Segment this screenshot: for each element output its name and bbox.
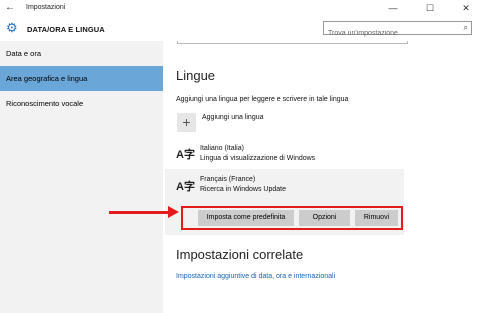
search-box[interactable]: ⌕ [323, 21, 472, 40]
add-language-label[interactable]: Aggiungi una lingua [202, 114, 264, 121]
arrow-head-icon [168, 206, 179, 218]
search-icon[interactable]: ⌕ [464, 23, 468, 33]
sidebar-item-label: Area geografica e lingua [6, 74, 88, 83]
sidebar: Data e ora Area geografica e lingua Rico… [0, 41, 163, 313]
plus-icon: + [182, 114, 191, 130]
gear-icon: ⚙ [6, 20, 18, 35]
section-title-languages: Lingue [176, 68, 216, 83]
language-name[interactable]: Français (France) [200, 176, 255, 183]
add-language-button[interactable]: + [177, 113, 196, 132]
section-title-related: Impostazioni correlate [176, 247, 304, 262]
title-bar: ← Impostazioni — ☐ ✕ [0, 0, 479, 17]
sidebar-item-date-time[interactable]: Data e ora [0, 41, 163, 66]
language-icon: A字 [176, 181, 195, 193]
language-name[interactable]: Italiano (Italia) [200, 145, 244, 152]
close-icon[interactable]: ✕ [453, 0, 479, 17]
sidebar-item-speech[interactable]: Riconoscimento vocale [0, 91, 163, 116]
search-input[interactable] [324, 27, 458, 40]
sidebar-item-region-language[interactable]: Area geografica e lingua [0, 66, 163, 91]
language-icon: A字 [176, 149, 195, 161]
maximize-icon[interactable]: ☐ [417, 0, 443, 17]
sidebar-item-label: Data e ora [6, 49, 42, 58]
scrolled-field-edge [177, 41, 408, 44]
scrollbar[interactable] [474, 41, 479, 313]
section-description: Aggiungi una lingua per leggere e scrive… [176, 96, 349, 103]
back-arrow-icon[interactable]: ← [5, 2, 15, 14]
related-settings-link[interactable]: Impostazioni aggiuntive di data, ora e i… [176, 273, 335, 280]
language-status: Ricerca in Windows Update [200, 186, 286, 193]
minimize-icon[interactable]: — [380, 0, 406, 17]
page-title: DATA/ORA E LINGUA [27, 25, 105, 34]
highlight-box [181, 206, 403, 230]
language-status: Lingua di visualizzazione di Windows [200, 155, 316, 162]
sidebar-item-label: Riconoscimento vocale [6, 99, 84, 108]
annotation-arrow [109, 211, 171, 214]
window-title: Impostazioni [26, 4, 66, 11]
